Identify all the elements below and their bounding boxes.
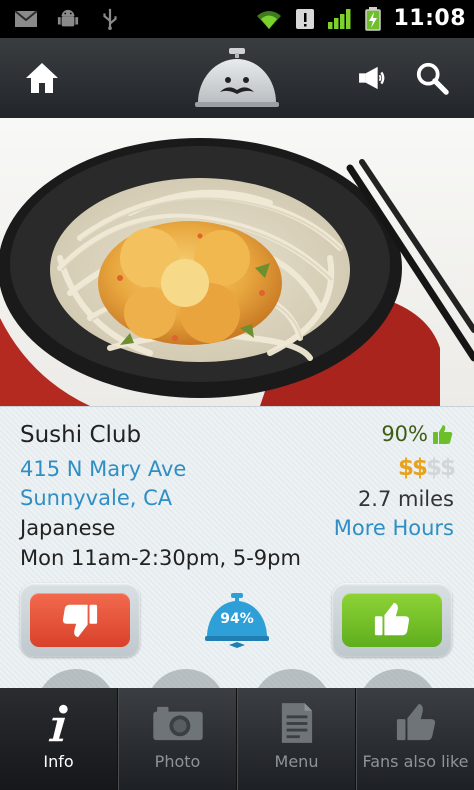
usb-icon bbox=[103, 8, 117, 30]
restaurant-name: Sushi Club bbox=[20, 422, 142, 448]
waiter-bell-logo bbox=[184, 38, 290, 118]
android-debug-icon bbox=[57, 9, 79, 27]
home-button[interactable] bbox=[12, 38, 72, 118]
rating-value: 90% bbox=[381, 422, 428, 446]
tab-info-label: Info bbox=[43, 752, 74, 771]
status-clock: 11:08 bbox=[393, 6, 466, 31]
megaphone-icon bbox=[359, 66, 385, 90]
announce-button[interactable] bbox=[350, 38, 396, 118]
bottom-tab-bar: Info Photo Menu Fans also like bbox=[0, 688, 474, 790]
restaurant-info-panel: Sushi Club 415 N Mary Ave Sunnyvale, CA … bbox=[0, 406, 474, 689]
search-icon bbox=[416, 62, 449, 95]
rating: 90% bbox=[381, 422, 454, 446]
price-active: $$ bbox=[397, 455, 428, 481]
tab-menu-label: Menu bbox=[274, 752, 319, 771]
score-value: 94% bbox=[220, 611, 254, 627]
address-line1-link[interactable]: 415 N Mary Ave bbox=[20, 457, 186, 481]
tab-fans-also-like-label: Fans also like bbox=[362, 752, 469, 771]
hours-label: Mon 11am-2:30pm, 5-9pm bbox=[20, 546, 301, 570]
more-hours-link[interactable]: More Hours bbox=[334, 516, 454, 540]
like-button-well bbox=[332, 583, 452, 657]
thumbs-up-small-icon bbox=[433, 425, 453, 444]
wifi-icon bbox=[257, 10, 282, 29]
camera-icon bbox=[152, 706, 203, 741]
tab-menu[interactable]: Menu bbox=[237, 688, 356, 790]
like-button[interactable] bbox=[342, 593, 442, 647]
dislike-button-well bbox=[20, 583, 140, 657]
price-inactive: $$ bbox=[425, 455, 456, 481]
distance-label: 2.7 miles bbox=[357, 487, 454, 511]
carousel-hint bbox=[0, 669, 474, 689]
tab-photo[interactable]: Photo bbox=[118, 688, 237, 790]
signal-icon bbox=[328, 8, 351, 29]
menu-document-icon bbox=[281, 703, 312, 743]
alert-icon bbox=[296, 8, 315, 29]
dislike-button[interactable] bbox=[30, 593, 130, 647]
restaurant-photo[interactable] bbox=[0, 118, 474, 406]
address-line2-link[interactable]: Sunnyvale, CA bbox=[20, 486, 172, 510]
thumbs-down-icon bbox=[62, 604, 98, 638]
home-icon bbox=[26, 63, 58, 93]
status-bar: 11:08 bbox=[0, 0, 474, 38]
battery-charging-icon bbox=[365, 6, 382, 31]
info-icon bbox=[48, 704, 68, 742]
food-photo-illustration bbox=[0, 118, 474, 406]
search-button[interactable] bbox=[406, 38, 458, 118]
cuisine-label: Japanese bbox=[20, 516, 116, 540]
tab-info[interactable]: Info bbox=[0, 688, 118, 790]
mail-icon bbox=[14, 10, 38, 27]
tab-photo-label: Photo bbox=[154, 752, 201, 771]
price-level: $$$$ bbox=[397, 455, 456, 481]
fans-thumbs-up-icon bbox=[396, 703, 435, 741]
action-bar bbox=[0, 38, 474, 119]
tab-fans-also-like[interactable]: Fans also like bbox=[356, 688, 474, 790]
thumbs-up-icon bbox=[374, 602, 410, 636]
